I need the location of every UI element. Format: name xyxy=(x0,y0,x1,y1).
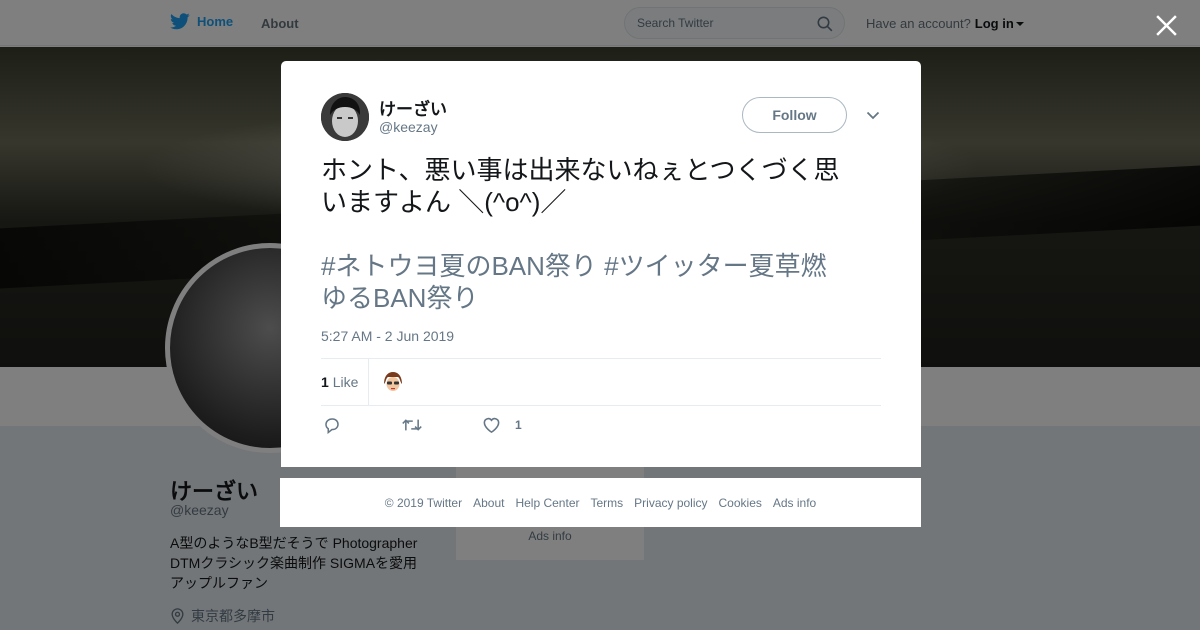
stats-divider xyxy=(368,359,369,405)
footer-terms-link[interactable]: Terms xyxy=(590,496,623,510)
modal-footer: © 2019 Twitter About Help Center Terms P… xyxy=(280,478,921,527)
retweet-icon xyxy=(402,419,422,431)
footer-help-center-link[interactable]: Help Center xyxy=(515,496,579,510)
likes-count: 1 xyxy=(321,374,329,390)
author-avatar[interactable] xyxy=(321,93,369,141)
tweet-modal: けーざい @keezay Follow ホント、悪い事は出来ないねぇとつくづく思… xyxy=(281,61,921,467)
author-handle[interactable]: @keezay xyxy=(379,119,438,135)
footer-cookies-link[interactable]: Cookies xyxy=(719,496,762,510)
tweet-stats: 1 Like xyxy=(321,358,881,406)
retweet-action[interactable] xyxy=(402,416,422,434)
author-display-name[interactable]: けーざい xyxy=(379,95,447,120)
like-action[interactable]: 1 xyxy=(482,416,522,434)
liker-avatar[interactable] xyxy=(381,370,405,394)
chevron-down-icon[interactable] xyxy=(866,111,880,120)
likes-label: Like xyxy=(332,374,359,390)
liker-avatar-image xyxy=(381,370,405,394)
footer-ads-info-link[interactable]: Ads info xyxy=(773,496,816,510)
follow-button[interactable]: Follow xyxy=(742,97,847,133)
reply-action[interactable] xyxy=(323,416,341,434)
footer-about-link[interactable]: About xyxy=(473,496,504,510)
tweet-hashtags[interactable]: #ネトウヨ夏のBAN祭り #ツイッター夏草燃 ゆるBAN祭り xyxy=(321,250,891,314)
tweet-actions: 1 xyxy=(321,416,621,440)
like-action-count: 1 xyxy=(515,418,522,432)
likes-stat[interactable]: 1 Like xyxy=(321,374,358,390)
close-icon[interactable] xyxy=(1154,13,1179,38)
reply-icon xyxy=(325,418,339,434)
heart-icon xyxy=(483,417,500,434)
tweet-timestamp[interactable]: 5:27 AM - 2 Jun 2019 xyxy=(321,328,454,344)
footer-copyright: © 2019 Twitter xyxy=(384,495,463,510)
footer-privacy-link[interactable]: Privacy policy xyxy=(634,496,707,510)
tweet-text: ホント、悪い事は出来ないねぇとつくづく思 いますよん ＼(^o^)／ xyxy=(321,155,840,217)
author-avatar-photo xyxy=(321,93,369,141)
